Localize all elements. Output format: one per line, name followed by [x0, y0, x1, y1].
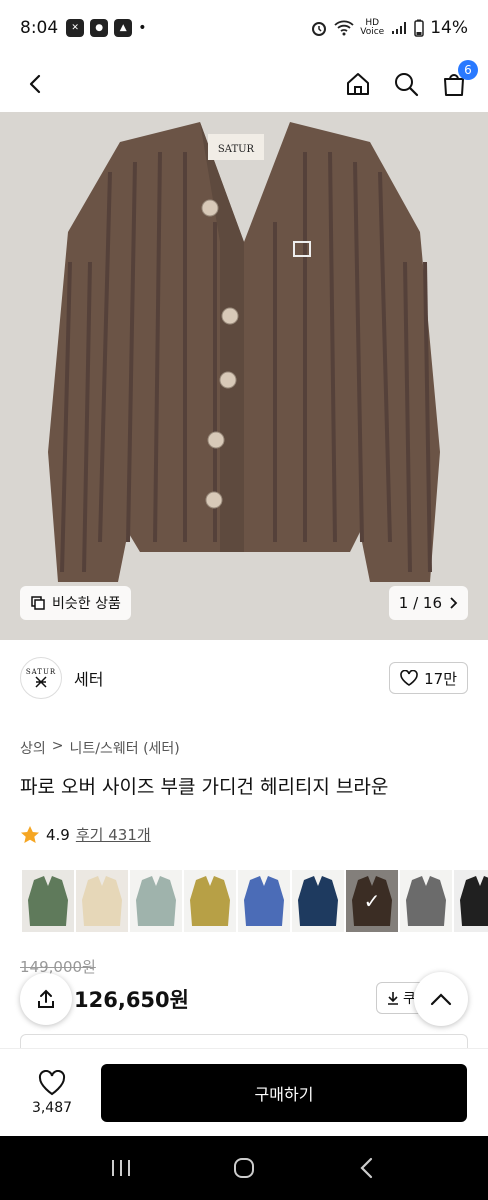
status-bar: 8:04 ✕ ● ▲ • HD Voice 14%: [0, 0, 488, 56]
breadcrumb-separator: >: [51, 738, 64, 754]
search-icon: [395, 73, 419, 97]
hero-label-text: SATUR: [218, 144, 255, 155]
download-icon: [388, 992, 398, 1005]
image-counter-text: 1 / 16: [398, 594, 442, 612]
signal-icon: [392, 22, 407, 34]
color-option-thumb[interactable]: [454, 870, 488, 932]
cardigan-thumb-image: [460, 876, 488, 926]
purchase-bar: 3,487 구매하기: [0, 1048, 488, 1136]
share-button[interactable]: [20, 973, 72, 1025]
brand-row: SATUR 세터 17만: [20, 656, 468, 700]
share-icon: [38, 989, 54, 1008]
home-nav-button[interactable]: [220, 1144, 268, 1192]
similar-products-button[interactable]: 비슷한 상품: [20, 586, 131, 620]
heart-icon: [400, 670, 418, 686]
home-circle-icon: [233, 1158, 254, 1178]
breadcrumb-level1[interactable]: 상의: [20, 738, 46, 758]
product-title: 파로 오버 사이즈 부클 가디건 헤리티지 브라운: [20, 776, 389, 798]
buy-button[interactable]: 구매하기: [101, 1064, 467, 1122]
cardigan-thumb-image: [406, 876, 446, 926]
brand-like-button[interactable]: 17만: [389, 662, 468, 694]
chevron-up-icon: [430, 993, 452, 1006]
color-option-thumb[interactable]: [76, 870, 128, 932]
rating-row: 4.9 후기 431개: [20, 824, 151, 845]
next-section-card: [20, 1034, 468, 1048]
home-icon: [347, 73, 369, 95]
product-image-carousel[interactable]: SATUR 비슷한 상품 1 / 16: [0, 112, 488, 640]
brand-logo-text: SATUR: [25, 668, 57, 676]
cart-count-badge: 6: [458, 60, 478, 80]
wishlist-count: 3,487: [31, 1099, 73, 1116]
color-option-thumb[interactable]: [184, 870, 236, 932]
color-option-thumb[interactable]: [346, 870, 398, 932]
reviews-link[interactable]: 후기 431개: [76, 824, 151, 845]
cardigan-thumb-image: [136, 876, 176, 926]
breadcrumb: 상의 > 니트/스웨터 (세터): [20, 738, 180, 758]
search-button[interactable]: [388, 66, 424, 102]
cardigan-image: SATUR: [0, 112, 488, 640]
price-row: 126,650원 쿠: [20, 972, 468, 1026]
chevron-right-icon: [450, 597, 458, 609]
more-notifications-dot-icon: •: [138, 20, 147, 36]
app-header: 6: [0, 56, 488, 112]
color-options: [22, 870, 488, 932]
wifi-icon: [334, 20, 354, 36]
color-option-thumb[interactable]: [130, 870, 182, 932]
recent-apps-icon: [112, 1160, 131, 1176]
image-counter-button[interactable]: 1 / 16: [388, 586, 468, 620]
copy-icon: [31, 596, 45, 610]
scroll-top-button[interactable]: [414, 972, 468, 1026]
back-arrow-icon: [360, 1157, 372, 1179]
recent-apps-button[interactable]: [97, 1144, 145, 1192]
brand-logo[interactable]: SATUR: [20, 657, 62, 699]
similar-products-label: 비슷한 상품: [52, 596, 121, 612]
wishlist-button[interactable]: 3,487: [20, 1069, 84, 1116]
gallery-icon: ▲: [114, 19, 133, 37]
cart-button[interactable]: 6: [436, 60, 478, 102]
system-nav-bar: [0, 1136, 488, 1200]
battery-percent: 14%: [430, 18, 468, 38]
color-option-thumb[interactable]: [22, 870, 74, 932]
chevron-left-icon: [29, 74, 41, 94]
home-button[interactable]: [340, 66, 376, 102]
back-nav-button[interactable]: [343, 1144, 391, 1192]
star-icon: [21, 825, 39, 843]
color-option-thumb[interactable]: [400, 870, 452, 932]
color-option-thumb[interactable]: [238, 870, 290, 932]
brand-emblem-icon: [35, 676, 47, 688]
status-time: 8:04: [20, 18, 59, 38]
cardigan-thumb-image: [244, 876, 284, 926]
alarm-icon: [312, 22, 327, 36]
status-notification-icons: ✕ ● ▲ •: [66, 19, 146, 37]
back-button[interactable]: [16, 64, 56, 104]
header-actions: 6: [340, 60, 478, 102]
notification-x-icon: ✕: [66, 19, 85, 37]
cardigan-thumb-image: [298, 876, 338, 926]
hd-volte-indicator: HD Voice: [360, 19, 384, 37]
brand-like-count: 17만: [424, 669, 457, 688]
heart-outline-icon: [38, 1069, 66, 1095]
status-right: HD Voice 14%: [310, 18, 468, 38]
talk-icon: ●: [90, 19, 109, 37]
breadcrumb-level2[interactable]: 니트/스웨터 (세터): [70, 738, 180, 758]
color-option-thumb[interactable]: [292, 870, 344, 932]
cardigan-thumb-image: [190, 876, 230, 926]
brand-name[interactable]: 세터: [74, 666, 103, 690]
volte-label: Voice: [360, 27, 385, 37]
sale-price: 126,650원: [74, 988, 189, 1012]
rating-value: 4.9: [46, 825, 70, 844]
cardigan-thumb-image: [28, 876, 68, 926]
original-price: 149,000원: [20, 958, 96, 976]
cardigan-thumb-image: [352, 876, 392, 926]
cardigan-thumb-image: [82, 876, 122, 926]
battery-icon: [414, 19, 424, 37]
